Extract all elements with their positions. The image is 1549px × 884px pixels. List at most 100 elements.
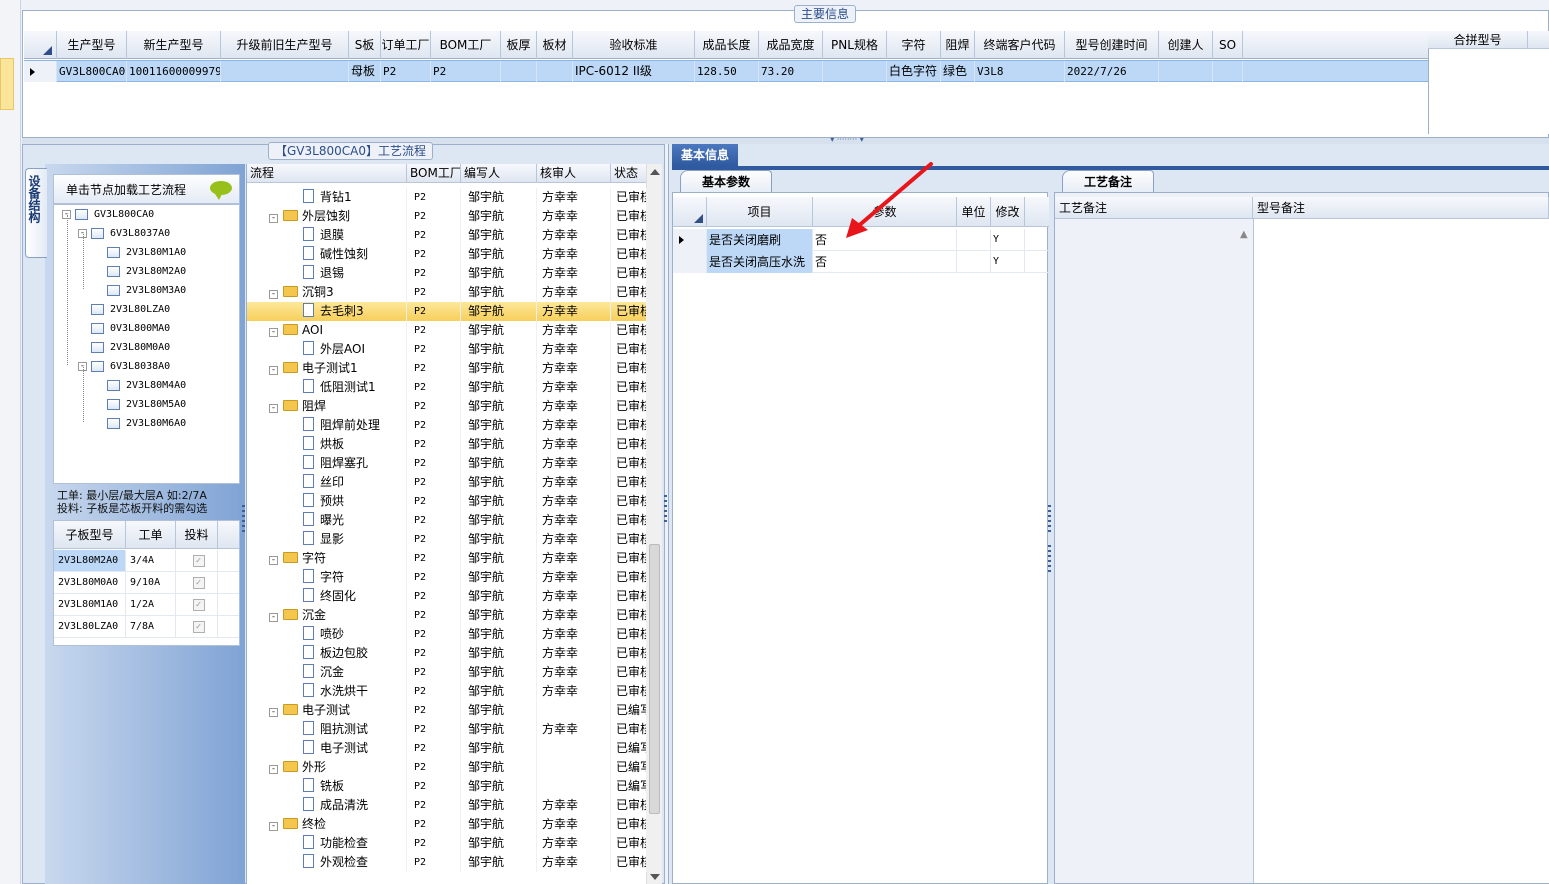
process-row[interactable]: - 沉铜3 P2邹宇航方幸幸已审核 xyxy=(247,283,647,302)
main-col-header[interactable]: SO xyxy=(1213,31,1243,59)
scroll-down-icon[interactable] xyxy=(650,874,660,880)
process-row[interactable]: 低阻测试1 P2邹宇航方幸幸已审核 xyxy=(247,378,647,397)
main-col-header[interactable]: 生产型号 xyxy=(57,31,127,59)
collapse-toggle-icon[interactable]: - xyxy=(269,214,278,223)
main-cell[interactable] xyxy=(1213,61,1243,82)
process-name-cell[interactable]: 电子测试 xyxy=(247,739,407,758)
process-col-header[interactable]: 流程 xyxy=(247,164,407,182)
param-col-header[interactable]: 单位 xyxy=(957,197,991,226)
process-row[interactable]: 烘板 P2邹宇航方幸幸已审核 xyxy=(247,435,647,454)
main-cell[interactable]: P2 xyxy=(381,61,431,82)
feed-cell[interactable]: ✓ xyxy=(176,572,218,593)
process-row[interactable]: 成品清洗 P2邹宇航方幸幸已审核 xyxy=(247,796,647,815)
main-col-header[interactable]: 成品宽度 xyxy=(759,31,823,59)
sub-board-row[interactable]: 2V3L80M1A0 1/2A ✓ xyxy=(54,594,239,616)
notes-scroll-up-icon[interactable]: ▲ xyxy=(1240,229,1248,240)
process-row[interactable]: - 终检 P2邹宇航方幸幸已审核 xyxy=(247,815,647,834)
process-row[interactable]: - 外层蚀刻 P2邹宇航方幸幸已审核 xyxy=(247,207,647,226)
main-cell[interactable]: 绿色 xyxy=(941,61,975,82)
process-name-cell[interactable]: - 外形 xyxy=(247,758,407,777)
process-row[interactable]: 退锡 P2邹宇航方幸幸已审核 xyxy=(247,264,647,283)
process-row[interactable]: 终固化 P2邹宇航方幸幸已审核 xyxy=(247,587,647,606)
process-row[interactable]: - 外形 P2邹宇航 已编写 xyxy=(247,758,647,777)
process-name-cell[interactable]: 丝印 xyxy=(247,473,407,492)
process-row[interactable]: 阻抗测试 P2邹宇航方幸幸已审核 xyxy=(247,720,647,739)
sub-board-order[interactable]: 1/2A xyxy=(126,594,176,615)
main-cell[interactable] xyxy=(221,61,349,82)
process-row[interactable]: 沉金 P2邹宇航方幸幸已审核 xyxy=(247,663,647,682)
tree-node[interactable]: 2V3L80M3A0 xyxy=(94,282,186,300)
process-name-cell[interactable]: 阻焊塞孔 xyxy=(247,454,407,473)
tree-node[interactable]: - GV3L800CA0 xyxy=(62,206,154,224)
tree-node[interactable]: 2V3L80M6A0 xyxy=(94,415,186,433)
tree-node[interactable]: -6V3L8038A0 xyxy=(78,358,170,376)
grid-corner-icon[interactable] xyxy=(24,31,57,59)
main-cell[interactable]: P2 xyxy=(431,61,501,82)
process-name-cell[interactable]: - 外层蚀刻 xyxy=(247,207,407,226)
main-col-header[interactable]: 新生产型号 xyxy=(127,31,221,59)
process-name-cell[interactable]: - 终检 xyxy=(247,815,407,834)
main-col-header[interactable]: 订单工厂 xyxy=(381,31,431,59)
splitter-grip-icon[interactable] xyxy=(664,495,667,525)
splitter-grip-icon[interactable] xyxy=(1048,505,1051,535)
main-cell[interactable] xyxy=(1159,61,1213,82)
tree-node[interactable]: 2V3L80M4A0 xyxy=(94,377,186,395)
process-row[interactable]: - 字符 P2邹宇航方幸幸已审核 xyxy=(247,549,647,568)
collapse-toggle-icon[interactable]: - xyxy=(269,613,278,622)
main-col-header[interactable]: BOM工厂 xyxy=(431,31,501,59)
param-col-header[interactable]: 修改 xyxy=(991,197,1025,226)
feed-checkbox[interactable]: ✓ xyxy=(192,576,205,589)
main-cell[interactable]: 128.50 xyxy=(695,61,759,82)
collapse-toggle-icon[interactable]: - xyxy=(269,765,278,774)
process-row[interactable]: 阻焊前处理 P2邹宇航方幸幸已审核 xyxy=(247,416,647,435)
sub-board-row[interactable]: 2V3L80LZA0 7/8A ✓ xyxy=(54,616,239,638)
process-name-cell[interactable]: - 阻焊 xyxy=(247,397,407,416)
process-row[interactable]: - 沉金 P2邹宇航方幸幸已审核 xyxy=(247,606,647,625)
process-row[interactable]: 功能检查 P2邹宇航方幸幸已审核 xyxy=(247,834,647,853)
process-col-header[interactable]: BOM工厂 xyxy=(407,164,461,182)
feed-cell[interactable]: ✓ xyxy=(176,594,218,615)
sub-board-order[interactable]: 9/10A xyxy=(126,572,176,593)
main-cell[interactable]: 10011600009979 xyxy=(127,61,221,82)
process-row[interactable]: - 阻焊 P2邹宇航方幸幸已审核 xyxy=(247,397,647,416)
sub-board-row[interactable]: 2V3L80M2A0 3/4A ✓ xyxy=(54,550,239,572)
process-name-cell[interactable]: 退锡 xyxy=(247,264,407,283)
collapse-toggle-icon[interactable]: - xyxy=(269,328,278,337)
process-row[interactable]: 外层AOI P2邹宇航方幸幸已审核 xyxy=(247,340,647,359)
process-name-cell[interactable]: 曝光 xyxy=(247,511,407,530)
splitter-grip-icon[interactable] xyxy=(1048,545,1051,575)
feed-cell[interactable]: ✓ xyxy=(176,616,218,637)
process-row[interactable]: - 电子测试 P2邹宇航 已编写 xyxy=(247,701,647,720)
main-col-header[interactable]: 板厚 xyxy=(501,31,537,59)
param-modify[interactable]: Y xyxy=(991,251,1025,273)
collapse-toggle-icon[interactable]: - xyxy=(269,708,278,717)
sub-board-row[interactable]: 2V3L80M0A0 9/10A ✓ xyxy=(54,572,239,594)
process-name-cell[interactable]: 预烘 xyxy=(247,492,407,511)
process-name-cell[interactable]: 外观检查 xyxy=(247,853,407,872)
param-value[interactable]: 否 xyxy=(813,251,957,273)
collapse-toggle-icon[interactable]: - xyxy=(269,290,278,299)
tree-node[interactable]: 2V3L80LZA0 xyxy=(78,301,170,319)
param-corner-icon[interactable] xyxy=(673,197,707,226)
param-col-header[interactable]: 项目 xyxy=(707,197,813,226)
sub-board-order[interactable]: 3/4A xyxy=(126,550,176,571)
main-cell[interactable]: 2022/7/26 xyxy=(1065,61,1159,82)
main-cell[interactable]: 73.20 xyxy=(759,61,823,82)
main-col-header[interactable]: 终端客户代码 xyxy=(975,31,1065,59)
notes-col-header[interactable]: 型号备注 xyxy=(1253,197,1549,218)
process-row[interactable]: 曝光 P2邹宇航方幸幸已审核 xyxy=(247,511,647,530)
splitter-grip-icon[interactable] xyxy=(242,505,245,535)
tree-node[interactable]: 2V3L80M2A0 xyxy=(94,263,186,281)
tab-basic-info[interactable]: 基本信息 xyxy=(672,144,738,166)
feed-checkbox[interactable]: ✓ xyxy=(192,598,205,611)
tab-basic-params[interactable]: 基本参数 xyxy=(680,170,772,192)
process-row[interactable]: - AOI P2邹宇航方幸幸已审核 xyxy=(247,321,647,340)
scroll-up-icon[interactable] xyxy=(650,169,660,175)
param-unit[interactable] xyxy=(957,229,991,251)
process-name-cell[interactable]: - AOI xyxy=(247,321,407,340)
process-name-cell[interactable]: 碱性蚀刻 xyxy=(247,245,407,264)
process-name-cell[interactable]: 成品清洗 xyxy=(247,796,407,815)
process-name-cell[interactable]: 显影 xyxy=(247,530,407,549)
process-name-cell[interactable]: - 沉金 xyxy=(247,606,407,625)
sub-board-order[interactable]: 7/8A xyxy=(126,616,176,637)
